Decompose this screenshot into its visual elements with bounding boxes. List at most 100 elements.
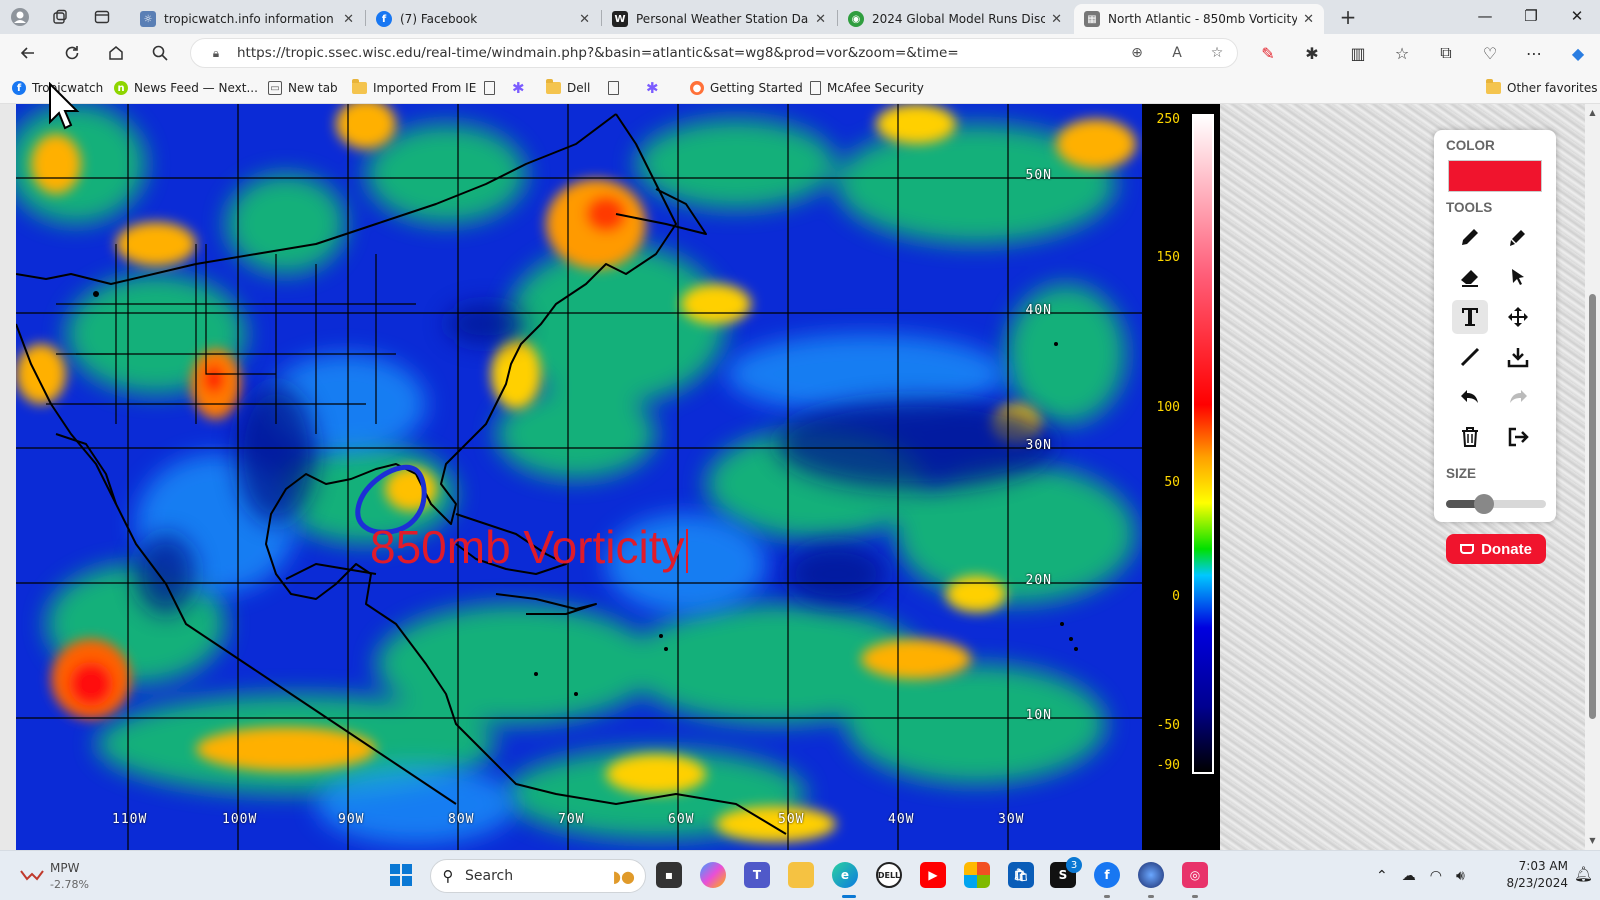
tab-north-atlantic-vorticity[interactable]: ▦ North Atlantic - 850mb Vorticity ✕: [1074, 4, 1324, 34]
asterisk-icon: ✱: [646, 79, 659, 97]
scroll-thumb[interactable]: [1589, 294, 1596, 719]
favorite-news-feed[interactable]: n News Feed — Next...: [114, 78, 258, 98]
tab-model-runs[interactable]: ◉ 2024 Global Model Runs Discuss ✕: [838, 4, 1072, 34]
lon-label-50w: 50W: [778, 812, 805, 827]
dell-icon[interactable]: DELL: [876, 862, 902, 888]
edge-icon[interactable]: e: [832, 862, 858, 888]
zoom-icon[interactable]: ⊕: [1117, 45, 1157, 61]
volume-icon[interactable]: 🔊︎: [1456, 868, 1465, 884]
scroll-down-icon[interactable]: ▼: [1587, 836, 1598, 845]
taskbar-search[interactable]: ⚲ Search ◗●: [430, 859, 646, 893]
browser-essentials-icon[interactable]: ♡: [1476, 39, 1504, 67]
task-view-icon[interactable]: ▪: [656, 862, 682, 888]
favorite-page[interactable]: [484, 78, 501, 98]
more-menu-icon[interactable]: ⋯: [1520, 39, 1548, 67]
size-slider-handle[interactable]: [1474, 494, 1494, 514]
system-clock[interactable]: 7:03 AM 8/23/2024: [1500, 858, 1568, 892]
stock-widget[interactable]: MPW -2.78%: [20, 859, 110, 895]
tab-tropicwatch-info[interactable]: ☼ tropicwatch.info information for ✕: [130, 4, 364, 34]
favorite-folder-dell[interactable]: Dell: [546, 78, 590, 98]
youtube-icon[interactable]: ▶: [920, 862, 946, 888]
favorites-icon[interactable]: ☆: [1388, 39, 1416, 67]
facebook-icon[interactable]: f: [1094, 862, 1120, 888]
split-screen-icon[interactable]: ▥: [1344, 39, 1372, 67]
restore-icon[interactable]: ❐: [1508, 0, 1554, 32]
file-explorer-icon[interactable]: [788, 862, 814, 888]
collections-icon[interactable]: ⧉: [1432, 39, 1460, 67]
trash-icon[interactable]: [1452, 420, 1488, 454]
redo-icon[interactable]: [1500, 380, 1536, 414]
page-scrollbar[interactable]: ▲ ▼: [1585, 104, 1600, 850]
wifi-icon[interactable]: ◠: [1430, 868, 1442, 884]
windows-start-icon[interactable]: [388, 862, 414, 888]
favorite-star-link[interactable]: ✱: [646, 78, 665, 98]
show-hidden-icons-chevron-icon[interactable]: ⌃: [1376, 868, 1388, 884]
close-tab-icon[interactable]: ✕: [343, 12, 354, 27]
close-tab-icon[interactable]: ✕: [1303, 12, 1314, 27]
pen-extension-icon[interactable]: ✎: [1254, 39, 1282, 67]
copilot-icon[interactable]: ◆: [1564, 39, 1592, 67]
favorites-bar: f Tropicwatch n News Feed — Next... ▭ Ne…: [0, 72, 1600, 104]
lock-icon[interactable]: 🔒︎: [201, 46, 231, 61]
favorite-star-link[interactable]: ✱: [512, 78, 531, 98]
lon-label-90w: 90W: [338, 812, 365, 827]
donate-button[interactable]: Donate: [1446, 534, 1546, 564]
workspaces-icon[interactable]: [48, 6, 72, 28]
onedrive-cloud-icon[interactable]: ☁: [1402, 868, 1416, 884]
undo-icon[interactable]: [1452, 380, 1488, 414]
text-tool-icon[interactable]: [1452, 300, 1488, 334]
color-picker[interactable]: [1448, 160, 1542, 192]
tab-weather-station[interactable]: W Personal Weather Station Dashbo ✕: [602, 4, 836, 34]
close-tab-icon[interactable]: ✕: [815, 12, 826, 27]
tab-actions-icon[interactable]: [90, 6, 114, 28]
other-favorites-folder[interactable]: Other favorites: [1486, 78, 1598, 98]
favorite-star-icon[interactable]: ☆: [1197, 45, 1237, 61]
new-tab-icon[interactable]: +: [1336, 5, 1360, 29]
minimize-icon[interactable]: —: [1462, 0, 1508, 32]
back-icon[interactable]: [14, 39, 42, 67]
scale-label: 250: [1156, 112, 1180, 127]
search-icon[interactable]: [146, 39, 174, 67]
microsoft-365-icon[interactable]: [964, 862, 990, 888]
favorite-page[interactable]: [608, 78, 625, 98]
marker-icon[interactable]: [1500, 220, 1536, 254]
move-icon[interactable]: [1500, 300, 1536, 334]
extensions-icon[interactable]: ✱: [1298, 39, 1326, 67]
favorite-new-tab[interactable]: ▭ New tab: [268, 78, 338, 98]
snipping-tool-icon[interactable]: ◎: [1182, 862, 1208, 888]
nextdoor-icon: n: [114, 81, 128, 95]
pencil-icon[interactable]: [1452, 220, 1488, 254]
line-tool-icon[interactable]: [1452, 340, 1488, 374]
scroll-up-icon[interactable]: ▲: [1587, 108, 1598, 117]
close-tab-icon[interactable]: ✕: [579, 12, 590, 27]
scale-label: 100: [1156, 400, 1180, 415]
eraser-icon[interactable]: [1452, 260, 1488, 294]
tools-heading: TOOLS: [1446, 200, 1493, 215]
read-aloud-icon[interactable]: A: [1157, 45, 1197, 61]
profile-icon[interactable]: [8, 6, 32, 28]
favorite-folder-imported-from-ie[interactable]: Imported From IE: [352, 78, 476, 98]
copilot-icon[interactable]: [700, 862, 726, 888]
lon-label-40w: 40W: [888, 812, 915, 827]
lon-label-30w: 30W: [998, 812, 1025, 827]
store-icon[interactable]: 🛍︎: [1008, 862, 1034, 888]
tab-facebook[interactable]: f (7) Facebook ✕: [366, 4, 600, 34]
globe-app-icon[interactable]: [1138, 862, 1164, 888]
url-text[interactable]: https://tropic.ssec.wisc.edu/real-time/w…: [237, 45, 1117, 61]
exit-icon[interactable]: [1500, 420, 1536, 454]
home-icon[interactable]: [102, 39, 130, 67]
address-bar[interactable]: 🔒︎ https://tropic.ssec.wisc.edu/real-tim…: [190, 38, 1238, 68]
close-tab-icon[interactable]: ✕: [1051, 12, 1062, 27]
notification-bell-icon[interactable]: 🔔︎: [1574, 865, 1593, 883]
close-window-icon[interactable]: ✕: [1554, 0, 1600, 32]
select-pointer-icon[interactable]: [1500, 260, 1536, 294]
teams-icon[interactable]: T: [744, 862, 770, 888]
favorite-getting-started[interactable]: ● Getting Started: [690, 78, 803, 98]
windows-taskbar: MPW -2.78% ⚲ Search ◗● ▪ T e DELL ▶ 🛍︎ S…: [0, 850, 1600, 900]
vorticity-map[interactable]: 50N 40N 30N 20N 10N 110W 100W 90W 80W 70…: [16, 104, 1142, 850]
refresh-icon[interactable]: [58, 39, 86, 67]
favorite-mcafee[interactable]: McAfee Security: [810, 78, 924, 98]
download-icon[interactable]: [1500, 340, 1536, 374]
text-caret: [686, 528, 689, 573]
drawn-text-annotation[interactable]: 850mb Vorticity: [370, 520, 689, 574]
